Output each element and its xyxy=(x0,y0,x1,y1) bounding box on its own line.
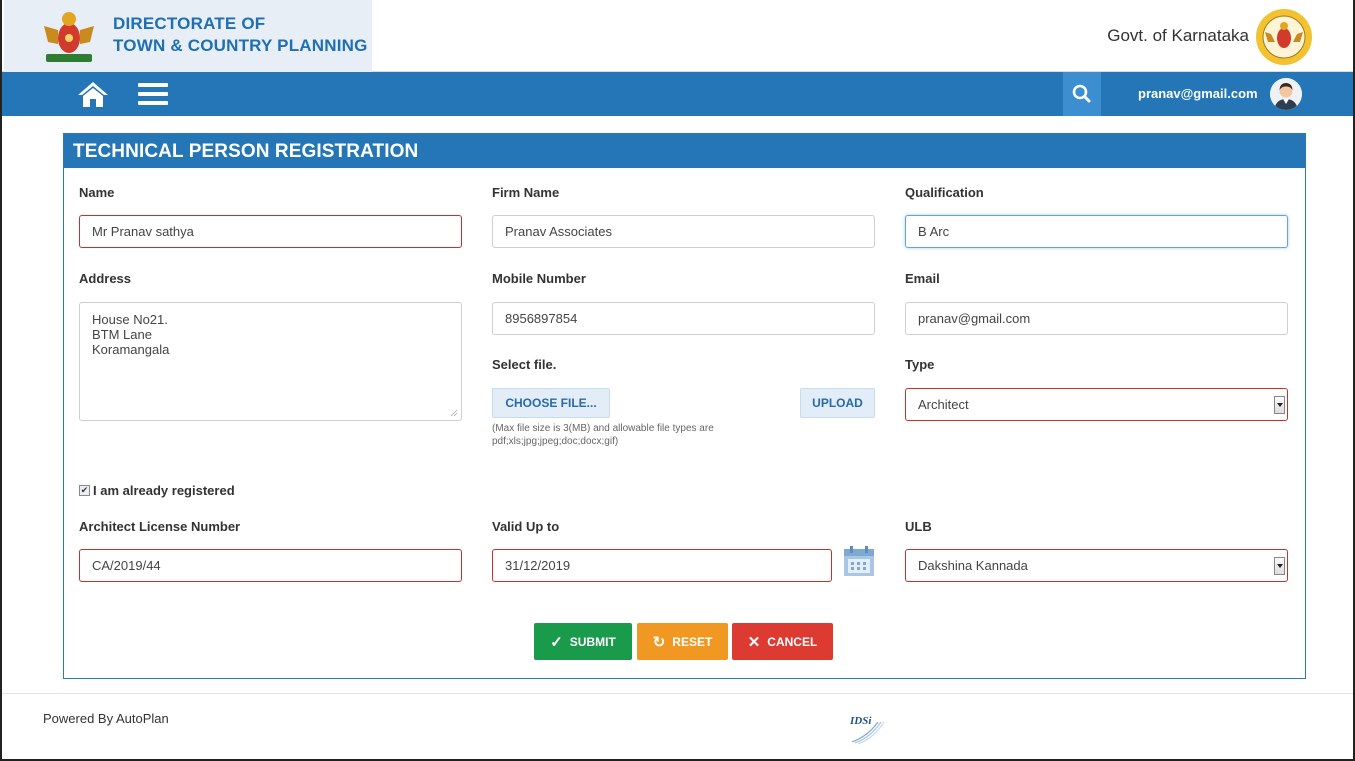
avatar-icon xyxy=(1270,78,1302,110)
submit-label: SUBMIT xyxy=(569,634,616,649)
email-label: Email xyxy=(905,271,940,286)
type-selected-value: Architect xyxy=(918,397,969,412)
org-name-line2: TOWN & COUNTRY PLANNING xyxy=(113,36,368,55)
menu-bar xyxy=(138,92,168,96)
name-input[interactable]: Mr Pranav sathya xyxy=(79,215,462,248)
home-icon[interactable] xyxy=(76,80,110,108)
email-input[interactable]: pranav@gmail.com xyxy=(905,302,1288,335)
firm-name-input[interactable]: Pranav Associates xyxy=(492,215,875,248)
type-label: Type xyxy=(905,357,935,372)
avatar[interactable] xyxy=(1270,78,1302,110)
firm-name-label: Firm Name xyxy=(492,185,560,200)
already-registered-label: I am already registered xyxy=(93,483,235,498)
menu-bar xyxy=(138,101,168,105)
already-registered-checkbox[interactable]: ✔ xyxy=(79,485,90,496)
check-icon: ✔ xyxy=(80,485,89,495)
submit-button[interactable]: ✓ SUBMIT xyxy=(534,623,632,660)
file-hint-line: pdf;xls;jpg;jpeg;doc;docx;gif) xyxy=(492,436,619,447)
address-label: Address xyxy=(79,271,132,286)
qualification-label: Qualification xyxy=(905,185,984,200)
mobile-value: 8956897854 xyxy=(505,311,578,326)
powered-by-text: Powered By AutoPlan xyxy=(43,711,169,726)
upload-button[interactable]: UPLOAD xyxy=(800,388,875,418)
panel-header: TECHNICAL PERSON REGISTRATION xyxy=(64,134,1305,168)
address-line: BTM Lane xyxy=(92,327,152,342)
karnataka-emblem-icon xyxy=(44,12,94,62)
ulb-label: ULB xyxy=(905,519,932,534)
mobile-input[interactable]: 8956897854 xyxy=(492,302,875,335)
nav-bar: pranav@gmail.com xyxy=(2,72,1353,116)
govt-title: Govt. of Karnataka xyxy=(1107,26,1249,45)
govt-seal-icon xyxy=(1256,9,1312,65)
resize-handle-icon[interactable] xyxy=(450,409,458,417)
file-hint: (Max file size is 3(MB) and allowable fi… xyxy=(492,422,714,448)
search-icon xyxy=(1072,84,1091,103)
menu-icon[interactable] xyxy=(138,83,168,105)
reset-label: RESET xyxy=(672,634,713,649)
qualification-input[interactable]: B Arc xyxy=(905,215,1288,248)
page-title: TECHNICAL PERSON REGISTRATION xyxy=(73,141,419,162)
firm-name-value: Pranav Associates xyxy=(505,224,612,239)
address-line: Koramangala xyxy=(92,342,170,357)
file-hint-line: (Max file size is 3(MB) and allowable fi… xyxy=(492,423,714,434)
footer: Powered By AutoPlan IDSi xyxy=(2,693,1353,759)
check-icon: ✓ xyxy=(550,633,563,651)
license-value: CA/2019/44 xyxy=(92,558,161,573)
ulb-select[interactable]: Dakshina Kannada xyxy=(905,549,1288,582)
user-email[interactable]: pranav@gmail.com xyxy=(1138,86,1258,101)
email-value: pranav@gmail.com xyxy=(918,311,1031,326)
type-select[interactable]: Architect xyxy=(905,388,1288,421)
select-file-label: Select file. xyxy=(492,357,557,372)
already-registered-row[interactable]: ✔ I am already registered xyxy=(79,483,235,498)
qualification-value: B Arc xyxy=(918,224,950,239)
mobile-label: Mobile Number xyxy=(492,271,586,286)
site-header: DIRECTORATE OF TOWN & COUNTRY PLANNING G… xyxy=(2,0,1353,72)
valid-up-to-label: Valid Up to xyxy=(492,519,560,534)
brand-block[interactable]: DIRECTORATE OF TOWN & COUNTRY PLANNING xyxy=(4,0,372,72)
chevron-down-icon[interactable] xyxy=(1274,396,1285,414)
org-name: DIRECTORATE OF TOWN & COUNTRY PLANNING xyxy=(113,13,368,57)
org-name-line1: DIRECTORATE OF xyxy=(113,14,266,33)
valid-up-to-value: 31/12/2019 xyxy=(505,558,571,573)
ulb-selected-value: Dakshina Kannada xyxy=(918,558,1028,573)
cancel-button[interactable]: ✕ CANCEL xyxy=(732,623,833,660)
address-textarea[interactable]: House No21. BTM Lane Koramangala xyxy=(79,302,462,421)
chevron-down-icon[interactable] xyxy=(1274,557,1285,575)
choose-file-button[interactable]: CHOOSE FILE... xyxy=(492,388,610,418)
reset-button[interactable]: ↻ RESET xyxy=(637,623,728,660)
idsi-logo-icon: IDSi xyxy=(849,715,885,745)
name-value: Mr Pranav sathya xyxy=(92,224,194,239)
name-label: Name xyxy=(79,185,115,200)
search-button[interactable] xyxy=(1063,72,1101,116)
menu-bar xyxy=(138,83,168,87)
close-icon: ✕ xyxy=(747,633,761,651)
valid-up-to-input[interactable]: 31/12/2019 xyxy=(492,549,832,582)
idsi-logo-text: IDSi xyxy=(849,715,872,727)
refresh-icon: ↻ xyxy=(652,633,666,651)
address-line: House No21. xyxy=(92,312,168,327)
license-label: Architect License Number xyxy=(79,519,241,534)
calendar-icon[interactable] xyxy=(843,545,875,577)
license-input[interactable]: CA/2019/44 xyxy=(79,549,462,582)
cancel-label: CANCEL xyxy=(767,634,818,649)
